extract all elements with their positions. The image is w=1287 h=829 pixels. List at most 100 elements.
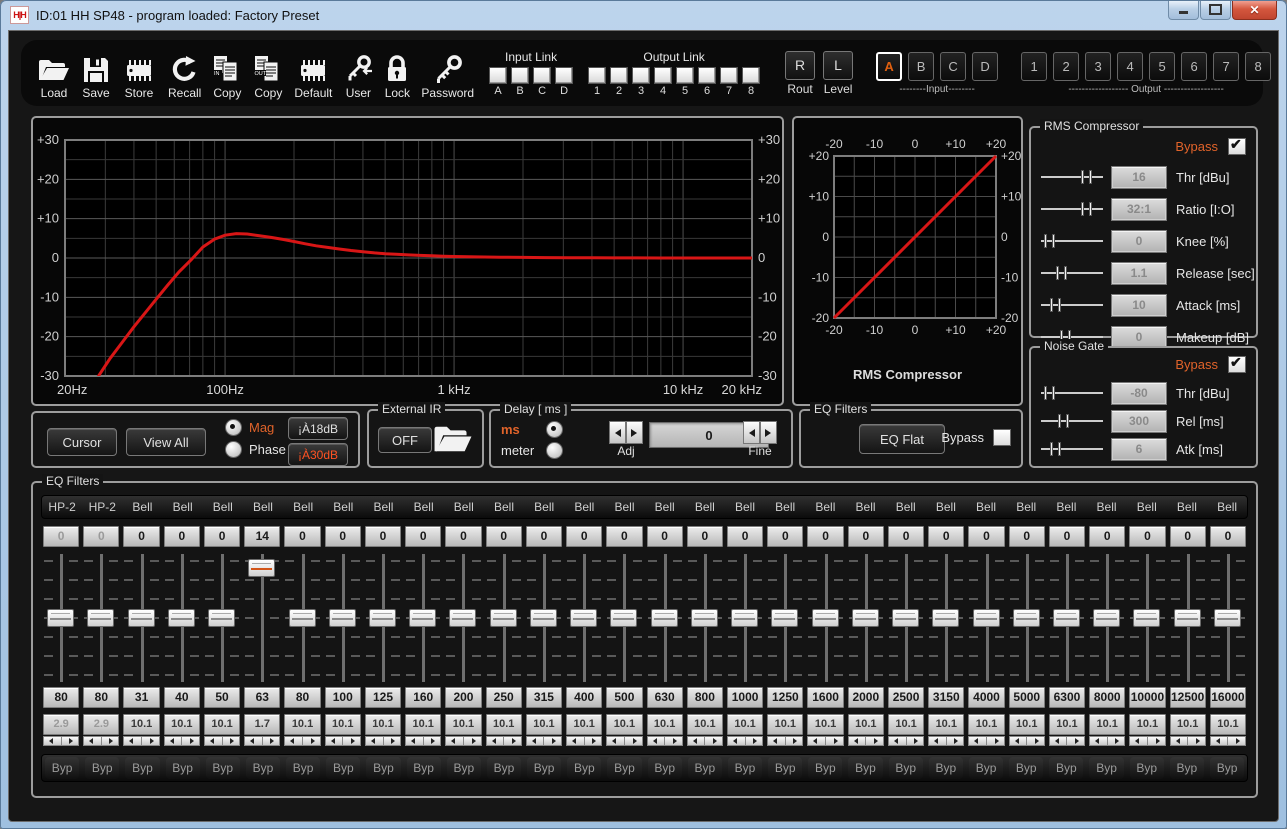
eq-q-field-8[interactable]: 10.1 bbox=[365, 714, 401, 735]
eq-q-down-button-19[interactable] bbox=[807, 736, 825, 746]
slider-handle-0[interactable] bbox=[47, 609, 74, 627]
eq-q-field-13[interactable]: 10.1 bbox=[566, 714, 602, 735]
eq-q-up-button-10[interactable] bbox=[463, 736, 482, 746]
slider-handle-21[interactable] bbox=[892, 609, 919, 627]
eq-gain-field-27[interactable]: 0 bbox=[1129, 526, 1165, 547]
eq-gain-field-6[interactable]: 0 bbox=[284, 526, 320, 547]
slider-handle-12[interactable] bbox=[530, 609, 557, 627]
eq-q-up-button-8[interactable] bbox=[383, 736, 402, 746]
eq-byp-button-8[interactable]: Byp bbox=[366, 757, 400, 779]
eq-gain-slider-1[interactable] bbox=[81, 552, 121, 684]
minimize-button[interactable] bbox=[1168, 1, 1199, 20]
output-select-button-7[interactable]: 7 bbox=[1213, 52, 1239, 81]
eq-gain-field-2[interactable]: 0 bbox=[123, 526, 159, 547]
eq-q-down-button-12[interactable] bbox=[526, 736, 544, 746]
delay-fine-up-button[interactable] bbox=[760, 421, 777, 444]
eq-byp-button-0[interactable]: Byp bbox=[45, 757, 79, 779]
recall-button[interactable]: Recall bbox=[168, 46, 201, 100]
input-link-checkbox-A[interactable] bbox=[489, 67, 507, 84]
eq-q-down-button-28[interactable] bbox=[1170, 736, 1188, 746]
eq-q-field-25[interactable]: 10.1 bbox=[1049, 714, 1085, 735]
rms-slider-4[interactable] bbox=[1041, 296, 1103, 314]
output-select-button-4[interactable]: 4 bbox=[1117, 52, 1143, 81]
eq-freq-field-28[interactable]: 12500 bbox=[1170, 687, 1206, 708]
eq-q-down-button-18[interactable] bbox=[767, 736, 785, 746]
eq-q-up-button-0[interactable] bbox=[61, 736, 80, 746]
eq-q-up-button-11[interactable] bbox=[503, 736, 522, 746]
eq-q-field-14[interactable]: 10.1 bbox=[606, 714, 642, 735]
eq-q-field-1[interactable]: 2.9 bbox=[83, 714, 119, 735]
eq-gain-field-26[interactable]: 0 bbox=[1089, 526, 1125, 547]
eq-gain-slider-22[interactable] bbox=[926, 552, 966, 684]
load-button[interactable]: Load bbox=[37, 46, 71, 100]
eq-q-field-23[interactable]: 10.1 bbox=[968, 714, 1004, 735]
eq-filter-type-23[interactable]: Bell bbox=[966, 496, 1006, 518]
eq-q-up-button-16[interactable] bbox=[704, 736, 723, 746]
eq-freq-field-8[interactable]: 125 bbox=[365, 687, 401, 708]
eq-q-field-3[interactable]: 10.1 bbox=[164, 714, 200, 735]
eq-gain-slider-2[interactable] bbox=[121, 552, 161, 684]
eq-filter-type-9[interactable]: Bell bbox=[404, 496, 444, 518]
eq-gain-slider-11[interactable] bbox=[484, 552, 524, 684]
eq-byp-button-9[interactable]: Byp bbox=[407, 757, 441, 779]
eq-filter-type-21[interactable]: Bell bbox=[886, 496, 926, 518]
eq-byp-button-19[interactable]: Byp bbox=[808, 757, 842, 779]
external-ir-folder-icon[interactable] bbox=[432, 423, 474, 460]
eq-byp-button-20[interactable]: Byp bbox=[848, 757, 882, 779]
eq-filter-type-28[interactable]: Bell bbox=[1167, 496, 1207, 518]
eq-q-field-18[interactable]: 10.1 bbox=[767, 714, 803, 735]
eq-byp-button-10[interactable]: Byp bbox=[447, 757, 481, 779]
eq-filter-type-8[interactable]: Bell bbox=[363, 496, 403, 518]
eq-gain-slider-28[interactable] bbox=[1168, 552, 1208, 684]
eq-byp-button-29[interactable]: Byp bbox=[1210, 757, 1244, 779]
eq-q-down-button-10[interactable] bbox=[445, 736, 463, 746]
eq-freq-field-17[interactable]: 1000 bbox=[727, 687, 763, 708]
delay-meter-radio[interactable] bbox=[546, 442, 563, 459]
delay-adj-up-button[interactable] bbox=[626, 421, 643, 444]
eq-gain-field-5[interactable]: 14 bbox=[244, 526, 280, 547]
eq-byp-button-28[interactable]: Byp bbox=[1170, 757, 1204, 779]
eq-q-up-button-20[interactable] bbox=[865, 736, 884, 746]
eq-gain-field-13[interactable]: 0 bbox=[566, 526, 602, 547]
slider-handle[interactable] bbox=[1081, 202, 1092, 216]
eq-byp-button-11[interactable]: Byp bbox=[487, 757, 521, 779]
password-button[interactable]: Password bbox=[421, 46, 474, 100]
slider-handle-3[interactable] bbox=[168, 609, 195, 627]
eq-byp-button-3[interactable]: Byp bbox=[166, 757, 200, 779]
eq-gain-field-16[interactable]: 0 bbox=[687, 526, 723, 547]
eq-freq-field-26[interactable]: 8000 bbox=[1089, 687, 1125, 708]
gate-slider-0[interactable] bbox=[1041, 384, 1103, 402]
eq-freq-field-11[interactable]: 250 bbox=[486, 687, 522, 708]
level-button[interactable]: L bbox=[823, 51, 853, 80]
eq-filter-type-5[interactable]: Bell bbox=[243, 496, 283, 518]
eq-byp-button-25[interactable]: Byp bbox=[1049, 757, 1083, 779]
eq-gain-field-20[interactable]: 0 bbox=[848, 526, 884, 547]
slider-handle-14[interactable] bbox=[610, 609, 637, 627]
lock-button[interactable]: Lock bbox=[384, 46, 410, 100]
eq-q-up-button-22[interactable] bbox=[946, 736, 965, 746]
copy-out-button[interactable]: OUTCopy bbox=[253, 46, 283, 100]
eq-filter-type-10[interactable]: Bell bbox=[444, 496, 484, 518]
eq-q-down-button-29[interactable] bbox=[1210, 736, 1228, 746]
eq-gain-field-22[interactable]: 0 bbox=[928, 526, 964, 547]
eq-byp-button-26[interactable]: Byp bbox=[1089, 757, 1123, 779]
output-select-button-2[interactable]: 2 bbox=[1053, 52, 1079, 81]
eq-gain-field-21[interactable]: 0 bbox=[888, 526, 924, 547]
rms-slider-2[interactable] bbox=[1041, 232, 1103, 250]
eq-q-down-button-25[interactable] bbox=[1049, 736, 1067, 746]
user-button[interactable]: User bbox=[343, 46, 373, 100]
eq-q-field-28[interactable]: 10.1 bbox=[1170, 714, 1206, 735]
eq-gain-slider-19[interactable] bbox=[805, 552, 845, 684]
eq-gain-field-18[interactable]: 0 bbox=[767, 526, 803, 547]
eq-freq-field-1[interactable]: 80 bbox=[83, 687, 119, 708]
eq-q-up-button-6[interactable] bbox=[302, 736, 321, 746]
eq-q-up-button-19[interactable] bbox=[825, 736, 844, 746]
eq-q-field-26[interactable]: 10.1 bbox=[1089, 714, 1125, 735]
mag-radio[interactable] bbox=[225, 419, 242, 436]
eq-byp-button-16[interactable]: Byp bbox=[688, 757, 722, 779]
eq-q-down-button-17[interactable] bbox=[727, 736, 745, 746]
eq-byp-button-24[interactable]: Byp bbox=[1009, 757, 1043, 779]
slider-handle-24[interactable] bbox=[1013, 609, 1040, 627]
input-select-button-A[interactable]: A bbox=[876, 52, 902, 81]
slider-handle-4[interactable] bbox=[208, 609, 235, 627]
